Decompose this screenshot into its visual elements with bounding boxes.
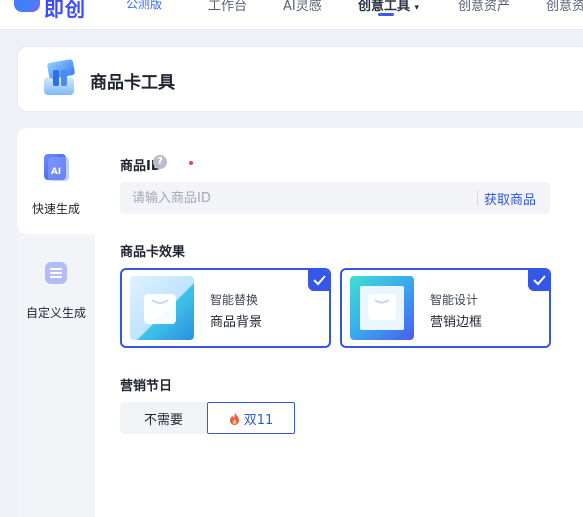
top-nav: 即创 公测版 工作台 AI灵感 创意工具 ▾ 创意资产 创意资产 bbox=[0, 0, 583, 30]
background-replace-thumbnail bbox=[130, 276, 194, 340]
festival-option-double-11[interactable]: 双11 bbox=[207, 402, 295, 434]
festival-option-none[interactable]: 不需要 bbox=[120, 402, 207, 434]
checkmark-icon bbox=[528, 270, 549, 291]
nav-item-creative-tools-label: 创意工具 bbox=[358, 0, 411, 14]
nav-item-creative-tools[interactable]: 创意工具 ▾ bbox=[358, 0, 419, 14]
active-tab-indicator bbox=[378, 13, 394, 16]
side-item-label: 快速生成 bbox=[31, 202, 80, 216]
nav-item-creative-assets-2[interactable]: 创意资产 bbox=[546, 0, 583, 14]
product-id-field: 获取商品 bbox=[120, 182, 550, 214]
effect-label: 商品卡效果 bbox=[120, 245, 186, 260]
nav-item-creative-assets[interactable]: 创意资产 bbox=[458, 0, 510, 14]
nav-item-workbench[interactable]: 工作台 bbox=[208, 0, 247, 14]
custom-settings-icon bbox=[45, 262, 67, 284]
checkmark-icon bbox=[308, 270, 329, 291]
side-item-quick-generate[interactable]: AI 快速生成 bbox=[17, 128, 95, 234]
festival-option-label: 不需要 bbox=[143, 412, 183, 428]
effect-option-sub: 智能替换 bbox=[210, 293, 259, 307]
nav-item-ai-inspiration[interactable]: AI灵感 bbox=[283, 0, 322, 14]
side-rail: AI 快速生成 自定义生成 bbox=[17, 128, 95, 517]
input-divider bbox=[477, 190, 478, 206]
help-icon[interactable]: ? bbox=[153, 155, 167, 169]
effect-option-product-background[interactable]: 智能替换 商品背景 bbox=[120, 268, 331, 348]
required-marker bbox=[189, 161, 193, 165]
effect-option-sub: 智能设计 bbox=[430, 293, 479, 307]
side-item-custom-generate[interactable]: 自定义生成 bbox=[17, 238, 95, 344]
festival-option-label: 双11 bbox=[243, 412, 274, 428]
fetch-product-button[interactable]: 获取商品 bbox=[484, 189, 536, 208]
effect-option-marketing-frame[interactable]: 智能设计 营销边框 bbox=[340, 268, 551, 348]
logo-text[interactable]: 即创 bbox=[44, 0, 86, 22]
fire-icon bbox=[229, 411, 239, 425]
chevron-down-icon: ▾ bbox=[414, 3, 420, 13]
ai-icon: AI bbox=[44, 154, 69, 181]
page-header: 商品卡工具 bbox=[17, 46, 583, 112]
effect-option-title: 商品背景 bbox=[210, 315, 263, 330]
marketing-frame-thumbnail bbox=[350, 276, 414, 340]
page-title: 商品卡工具 bbox=[90, 73, 175, 93]
product-id-input[interactable] bbox=[120, 182, 476, 214]
product-card-tool-icon bbox=[44, 59, 75, 95]
festival-label: 营销节日 bbox=[120, 379, 173, 394]
beta-tag: 公测版 bbox=[126, 0, 163, 11]
side-item-label: 自定义生成 bbox=[25, 306, 86, 320]
effect-option-title: 营销边框 bbox=[430, 315, 483, 330]
logo-icon[interactable] bbox=[14, 0, 40, 12]
svg-text:AI: AI bbox=[51, 167, 61, 177]
